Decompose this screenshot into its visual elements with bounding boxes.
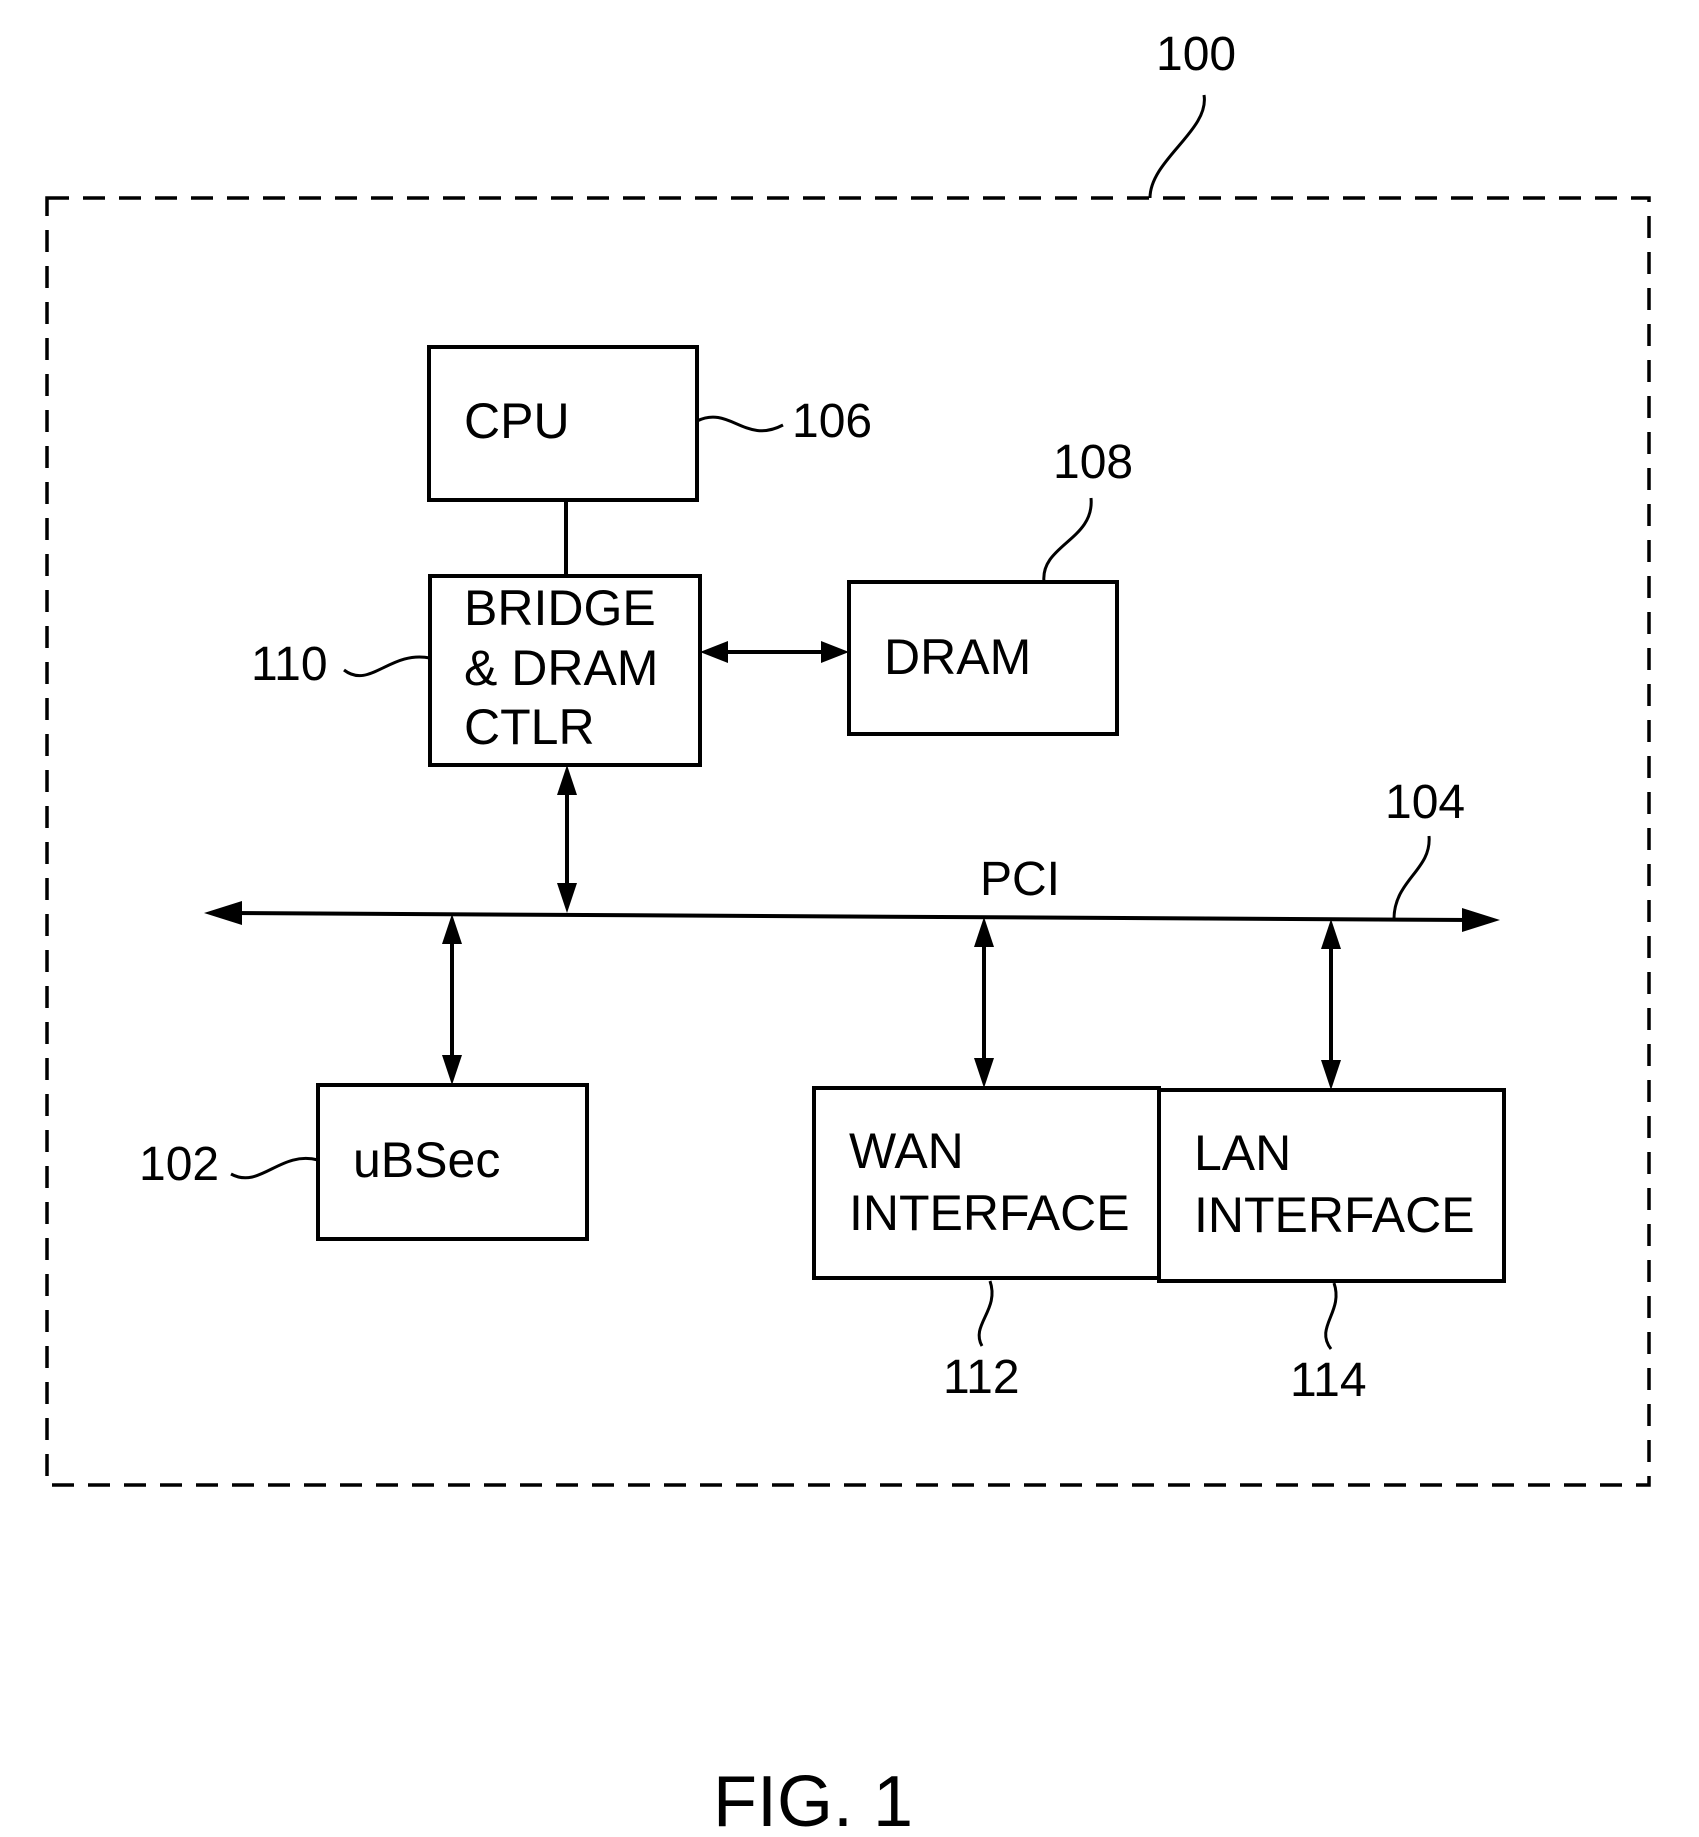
cpu-block: CPU — [427, 345, 699, 502]
bridge-label-line-1: BRIDGE — [464, 580, 656, 636]
bridge-ref-leader — [343, 655, 431, 678]
pci-ref-label: 104 — [1385, 776, 1465, 829]
lan-ref-label: 114 — [1290, 1354, 1367, 1407]
dram-block: DRAM — [847, 580, 1119, 736]
bridge-dram-arrow — [700, 641, 849, 663]
bridge-label-line-3: CTLR — [464, 699, 595, 755]
wan-label-line-2: INTERFACE — [849, 1185, 1130, 1241]
bridge-block: BRIDGE & DRAM CTLR — [428, 574, 702, 767]
system-ref-label: 100 — [1156, 28, 1236, 81]
lan-interface-block: LAN INTERFACE — [1157, 1088, 1506, 1283]
ubsec-ref-leader — [230, 1156, 319, 1180]
bridge-ref-label: 110 — [251, 638, 328, 691]
wan-bus-arrow — [974, 917, 994, 1088]
dram-ref-leader — [1042, 497, 1093, 583]
bridge-bus-arrow — [557, 765, 577, 913]
block-diagram: 100 CPU 106 BRIDGE & DRAM CTLR 110 DRAM … — [45, 28, 1651, 1837]
ubsec-label: uBSec — [353, 1132, 500, 1188]
wan-interface-block: WAN INTERFACE — [812, 1086, 1161, 1280]
ubsec-block: uBSec — [316, 1083, 589, 1241]
pci-bus — [204, 901, 1500, 932]
ubsec-ref-label: 102 — [139, 1138, 219, 1191]
wan-ref-label: 112 — [943, 1351, 1020, 1404]
lan-bus-arrow — [1321, 919, 1341, 1090]
cpu-ref-leader — [696, 415, 784, 433]
pci-ref-leader — [1392, 835, 1431, 920]
ubsec-bus-arrow — [442, 914, 462, 1085]
figure-caption: FIG. 1 — [713, 1762, 913, 1837]
bridge-label-line-2: & DRAM — [464, 640, 658, 696]
system-ref-leader — [1148, 94, 1206, 199]
wan-label-line-1: WAN — [849, 1123, 964, 1179]
cpu-ref-label: 106 — [792, 395, 872, 448]
cpu-label: CPU — [464, 393, 570, 449]
dram-label: DRAM — [884, 629, 1031, 685]
lan-label-line-2: INTERFACE — [1194, 1187, 1475, 1243]
system-boundary — [45, 196, 1651, 1487]
wan-ref-leader — [977, 1280, 994, 1347]
lan-ref-leader — [1324, 1282, 1338, 1350]
dram-ref-label: 108 — [1053, 436, 1133, 489]
pci-bus-label: PCI — [980, 853, 1060, 906]
lan-label-line-1: LAN — [1194, 1125, 1291, 1181]
